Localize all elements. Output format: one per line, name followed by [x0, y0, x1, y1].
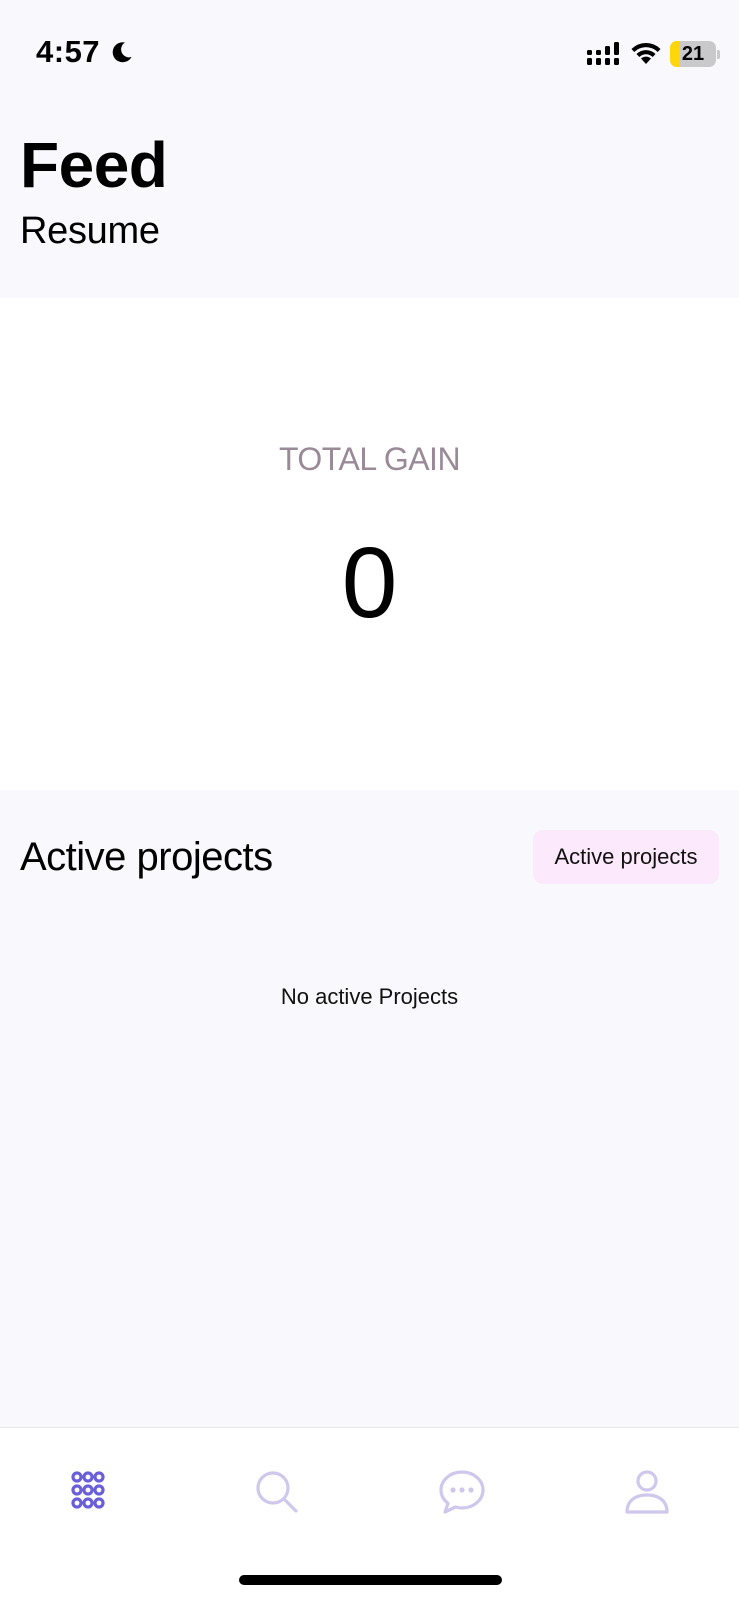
profile-icon: [625, 1470, 669, 1514]
active-projects-filter-button[interactable]: Active projects: [533, 830, 719, 884]
nav-tab-profile[interactable]: [617, 1462, 677, 1522]
signal-icon: [587, 42, 619, 65]
status-bar: 4:57 21: [0, 0, 739, 100]
wifi-icon: [631, 42, 661, 64]
nav-tab-messages[interactable]: [432, 1462, 492, 1522]
battery-level: 21: [681, 43, 705, 65]
grid-icon: [71, 1471, 105, 1509]
active-projects-title: Active projects: [20, 835, 273, 879]
total-gain-card: TOTAL GAIN 0: [0, 298, 739, 790]
total-gain-value: 0: [341, 527, 398, 639]
chat-icon: [439, 1470, 485, 1514]
search-icon: [256, 1471, 298, 1513]
page-subtitle: Resume: [20, 210, 160, 252]
status-time: 4:57: [36, 34, 101, 69]
moon-icon: [112, 42, 132, 63]
nav-tab-search[interactable]: [247, 1462, 307, 1522]
nav-tab-feed[interactable]: [62, 1462, 122, 1522]
home-indicator: [239, 1575, 502, 1585]
empty-projects-message: No active Projects: [280, 984, 459, 1009]
page-title: Feed: [20, 129, 168, 201]
total-gain-label: TOTAL GAIN: [278, 441, 461, 477]
battery-icon: 21: [670, 41, 716, 67]
battery-tip: [717, 50, 720, 59]
